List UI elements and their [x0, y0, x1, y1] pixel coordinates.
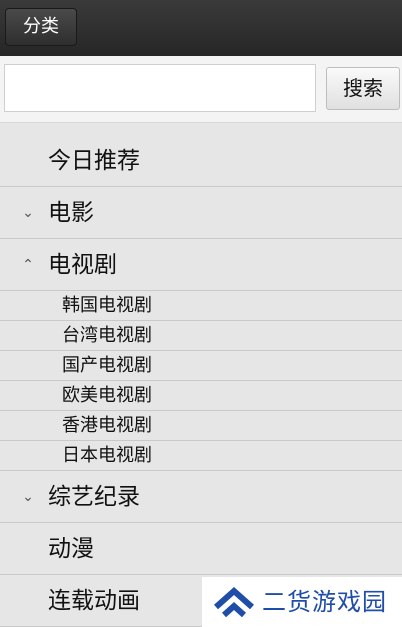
chevron-up-icon: ⌃ — [22, 257, 34, 273]
menu-item-label: 连载动画 — [48, 588, 140, 614]
menu-item-today[interactable]: 今日推荐 — [0, 135, 402, 187]
search-area: 搜索 — [0, 56, 402, 123]
submenu-item-label: 日本电视剧 — [62, 445, 152, 466]
menu-item-label: 电影 — [48, 200, 94, 226]
submenu-item-label: 香港电视剧 — [62, 415, 152, 436]
menu-item-movies[interactable]: ⌄ 电影 — [0, 187, 402, 239]
category-menu: 今日推荐 ⌄ 电影 ⌃ 电视剧 韩国电视剧 台湾电视剧 国产电视剧 欧美电视剧 … — [0, 135, 402, 627]
menu-item-label: 电视剧 — [48, 252, 117, 278]
menu-item-label: 综艺纪录 — [48, 484, 140, 510]
submenu-item-taiwan-tv[interactable]: 台湾电视剧 — [0, 321, 402, 351]
submenu-item-label: 韩国电视剧 — [62, 295, 152, 316]
submenu-item-label: 台湾电视剧 — [62, 325, 152, 346]
chevron-down-icon: ⌄ — [22, 205, 34, 221]
search-button[interactable]: 搜索 — [326, 67, 400, 110]
menu-item-tv[interactable]: ⌃ 电视剧 — [0, 239, 402, 291]
submenu-item-label: 欧美电视剧 — [62, 385, 152, 406]
submenu-item-hongkong-tv[interactable]: 香港电视剧 — [0, 411, 402, 441]
site-watermark: 二货游戏园 — [202, 577, 402, 627]
top-bar: 分类 — [0, 0, 402, 56]
submenu-item-japan-tv[interactable]: 日本电视剧 — [0, 441, 402, 471]
watermark-text: 二货游戏园 — [262, 588, 387, 616]
chevron-down-icon: ⌄ — [22, 489, 34, 505]
submenu-item-label: 国产电视剧 — [62, 355, 152, 376]
menu-item-label: 动漫 — [48, 536, 94, 562]
category-button[interactable]: 分类 — [5, 8, 77, 46]
submenu-item-korean-tv[interactable]: 韩国电视剧 — [0, 291, 402, 321]
submenu-item-domestic-tv[interactable]: 国产电视剧 — [0, 351, 402, 381]
menu-item-anime[interactable]: 动漫 — [0, 523, 402, 575]
double-chevron-logo-icon — [214, 586, 254, 618]
submenu-item-western-tv[interactable]: 欧美电视剧 — [0, 381, 402, 411]
search-input[interactable] — [4, 64, 316, 112]
menu-item-variety[interactable]: ⌄ 综艺纪录 — [0, 471, 402, 523]
menu-item-label: 今日推荐 — [48, 148, 140, 174]
